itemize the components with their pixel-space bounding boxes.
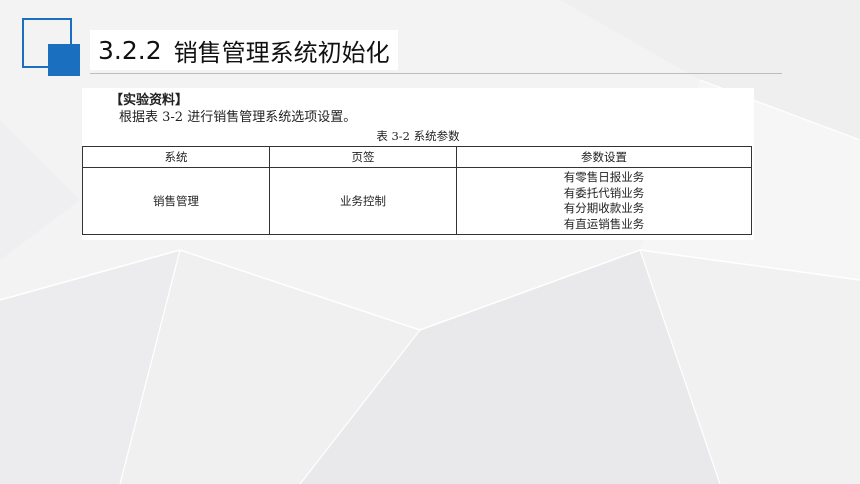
parameter-table: 系统 页签 参数设置 销售管理 业务控制 有零售日报业务 有委托代销业务 有分期… [82, 146, 752, 235]
column-header-tab: 页签 [269, 146, 457, 168]
decorative-square-solid [48, 44, 80, 76]
doc-intro: 根据表 3-2 进行销售管理系统选项设置。 [119, 110, 357, 125]
param-item: 有委托代销业务 [563, 185, 645, 200]
page-title: 3.2.2 销售管理系统初始化 [90, 30, 398, 70]
title-divider [90, 73, 782, 74]
cell-tab: 业务控制 [269, 167, 457, 235]
param-item: 有分期收款业务 [563, 201, 645, 215]
param-item: 有直运销售业务 [563, 216, 645, 231]
column-header-params: 参数设置 [456, 146, 752, 168]
section-title: 销售管理系统初始化 [173, 38, 390, 67]
param-item: 有零售日报业务 [563, 170, 645, 184]
document-image: 【实验资料】 根据表 3-2 进行销售管理系统选项设置。 表 3-2 系统参数 … [82, 88, 754, 240]
table-row: 销售管理 业务控制 有零售日报业务 有委托代销业务 有分期收款业务 有直运销售业… [82, 167, 752, 235]
cell-params: 有零售日报业务 有委托代销业务 有分期收款业务 有直运销售业务 [456, 167, 752, 235]
cell-system: 销售管理 [82, 167, 270, 235]
section-number: 3.2.2 [98, 35, 162, 65]
table-caption: 表 3-2 系统参数 [376, 129, 460, 143]
table-header-row: 系统 页签 参数设置 [82, 146, 752, 168]
column-header-system: 系统 [82, 146, 270, 168]
